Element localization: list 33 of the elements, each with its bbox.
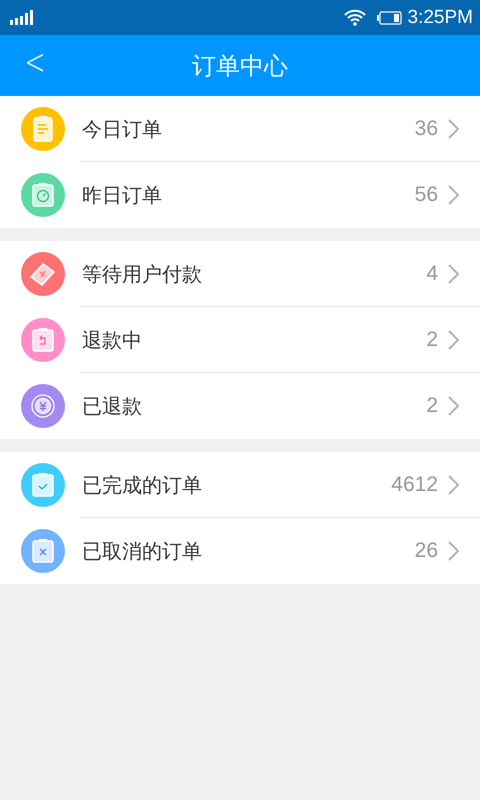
chevron-icon	[448, 185, 459, 205]
row-label: 昨日订单	[82, 182, 163, 208]
order-count: 26	[414, 539, 438, 563]
order-row[interactable]: 退款中 2	[0, 307, 480, 373]
order-row[interactable]: 昨日订单 56	[0, 162, 480, 228]
row-label: 已完成的订单	[82, 472, 203, 498]
chevron-icon	[448, 119, 459, 139]
wifi-icon	[344, 9, 366, 26]
order-count: 2	[426, 394, 438, 418]
order-row[interactable]: 已取消的订单 26	[0, 518, 480, 584]
order-row[interactable]: 已退款 2	[0, 373, 480, 439]
row-label: 退款中	[82, 326, 143, 354]
order-row[interactable]: 等待用户付款 4	[0, 241, 480, 307]
chevron-icon	[448, 264, 459, 284]
order-count: 4	[426, 262, 438, 286]
order-count: 2	[426, 328, 438, 352]
chevron-icon	[448, 475, 459, 495]
order-count: 4612	[391, 473, 438, 497]
row-label: 等待用户付款	[82, 260, 203, 288]
clock-time: 3:25PM	[408, 6, 473, 28]
order-row[interactable]: 已完成的订单 4612	[0, 452, 480, 518]
page-title: 订单中心	[192, 50, 288, 82]
order-count: 56	[414, 183, 438, 207]
row-label: 已取消的订单	[82, 538, 203, 564]
signal-icon	[10, 10, 34, 26]
order-row[interactable]: 今日订单 36	[0, 96, 480, 162]
chevron-icon	[448, 396, 459, 416]
row-label: 已退款	[82, 392, 143, 420]
order-count: 36	[414, 117, 438, 141]
battery-icon	[376, 10, 402, 24]
chevron-icon	[448, 330, 459, 350]
row-label: 今日订单	[82, 116, 163, 142]
chevron-icon	[448, 541, 459, 561]
